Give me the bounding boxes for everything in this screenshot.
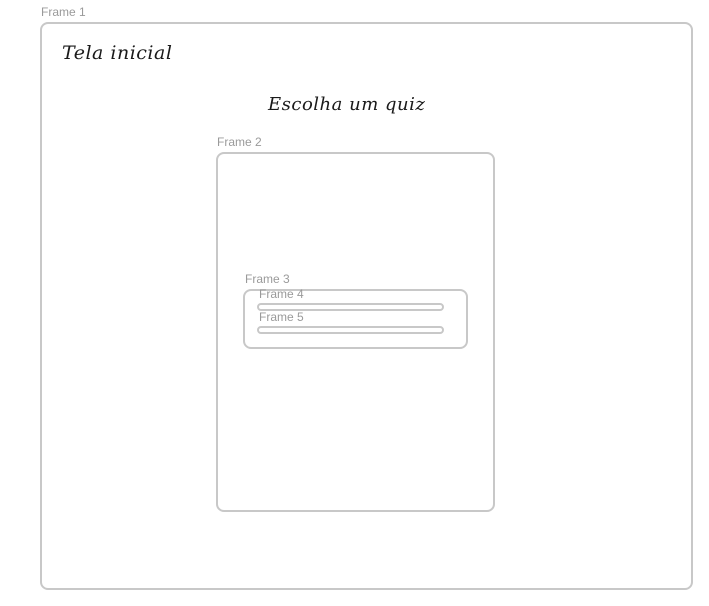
frame-3-label: Frame 3 xyxy=(245,272,290,286)
screen-title: Tela inicial xyxy=(62,42,173,64)
quiz-heading: Escolha um quiz xyxy=(268,94,426,115)
frame-2-label: Frame 2 xyxy=(217,135,262,149)
frame-4-label: Frame 4 xyxy=(259,287,304,301)
frame-5[interactable] xyxy=(257,326,444,334)
frame-5-label: Frame 5 xyxy=(259,310,304,324)
frame-1-label: Frame 1 xyxy=(41,5,86,19)
